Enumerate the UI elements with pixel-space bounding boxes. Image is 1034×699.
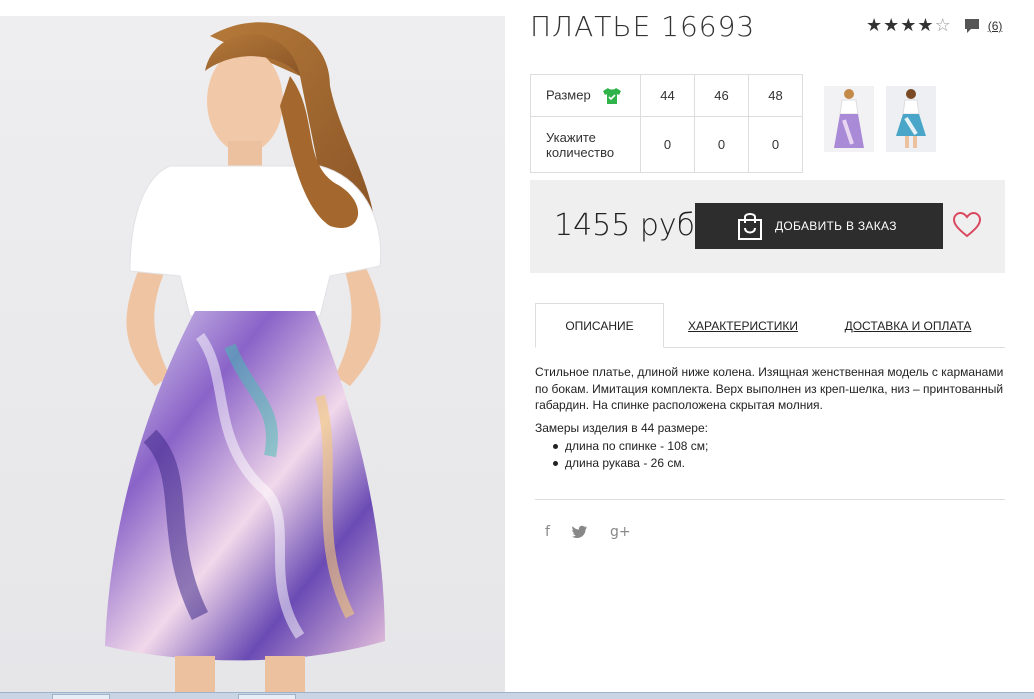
tab-description[interactable]: ОПИСАНИЕ (535, 303, 664, 348)
twitter-icon[interactable] (571, 525, 588, 539)
product-main-photo[interactable] (0, 16, 505, 692)
tab-delivery-payment[interactable]: ДОСТАВКА И ОПЛАТА (838, 303, 978, 348)
thumbnail-image (824, 86, 874, 152)
taskbar-button[interactable] (238, 694, 296, 699)
measurements-list: длина по спинке - 108 см; длина рукава -… (535, 438, 1005, 471)
price-panel: 1455 руб ДОБАВИТЬ В ЗАКАЗ (530, 180, 1005, 273)
product-price: 1455 руб (554, 208, 696, 243)
size-label: Размер (546, 86, 591, 102)
thumbnail-image (886, 86, 936, 152)
add-to-order-button[interactable]: ДОБАВИТЬ В ЗАКАЗ (695, 203, 943, 249)
measurements-heading: Замеры изделия в 44 размере: (535, 420, 708, 435)
list-item: длина рукава - 26 см. (553, 455, 1005, 472)
quantity-label-cell: Укажите количество (530, 116, 641, 173)
star-icon[interactable]: ★ (883, 17, 899, 35)
social-share: f g+ (545, 524, 653, 540)
description-text: Стильное платье, длиной ниже колена. Изя… (535, 365, 1004, 412)
taskbar (0, 692, 1034, 699)
review-count-link[interactable]: (6) (988, 19, 1003, 33)
quantity-label-line1: Укажите (546, 129, 596, 145)
product-info-tabs: ОПИСАНИЕ ХАРАКТЕРИСТИКИ ДОСТАВКА И ОПЛАТ… (535, 303, 1005, 348)
facebook-icon[interactable]: f (545, 524, 550, 540)
heart-icon[interactable] (953, 212, 981, 238)
quantity-input[interactable]: 0 (640, 116, 695, 173)
shopping-bag-icon (738, 213, 762, 240)
quantity-input[interactable]: 0 (748, 116, 803, 173)
size-quantity-table: Размер 44 46 48 Укажите количество 0 0 0 (530, 74, 803, 173)
size-chart-icon[interactable] (602, 87, 622, 105)
list-item: длина по спинке - 108 см; (553, 438, 1005, 455)
quantity-input[interactable]: 0 (694, 116, 749, 173)
size-label-cell: Размер (530, 74, 641, 117)
tab-characteristics[interactable]: ХАРАКТЕРИСТИКИ (680, 303, 806, 348)
taskbar-button[interactable] (52, 694, 110, 699)
add-to-order-label: ДОБАВИТЬ В ЗАКАЗ (775, 219, 897, 233)
google-plus-icon[interactable]: g+ (610, 524, 631, 540)
product-description: Стильное платье, длиной ниже колена. Изя… (535, 364, 1005, 471)
divider (535, 499, 1005, 500)
star-icon[interactable]: ★ (900, 17, 916, 35)
star-icon[interactable]: ★ (917, 17, 933, 35)
star-icon[interactable]: ★ (866, 17, 882, 35)
product-thumbnail[interactable] (824, 86, 874, 152)
comment-icon[interactable] (964, 18, 980, 34)
size-option[interactable]: 48 (748, 74, 803, 117)
product-rating[interactable]: ★ ★ ★ ★ ☆ (6) (866, 17, 1002, 35)
product-title: ПЛАТЬЕ 16693 (530, 10, 756, 43)
dress-illustration (105, 22, 385, 692)
size-option[interactable]: 46 (694, 74, 749, 117)
size-option[interactable]: 44 (640, 74, 695, 117)
product-thumbnail[interactable] (886, 86, 936, 152)
star-empty-icon[interactable]: ☆ (935, 17, 951, 35)
quantity-label-line2: количество (546, 144, 615, 160)
